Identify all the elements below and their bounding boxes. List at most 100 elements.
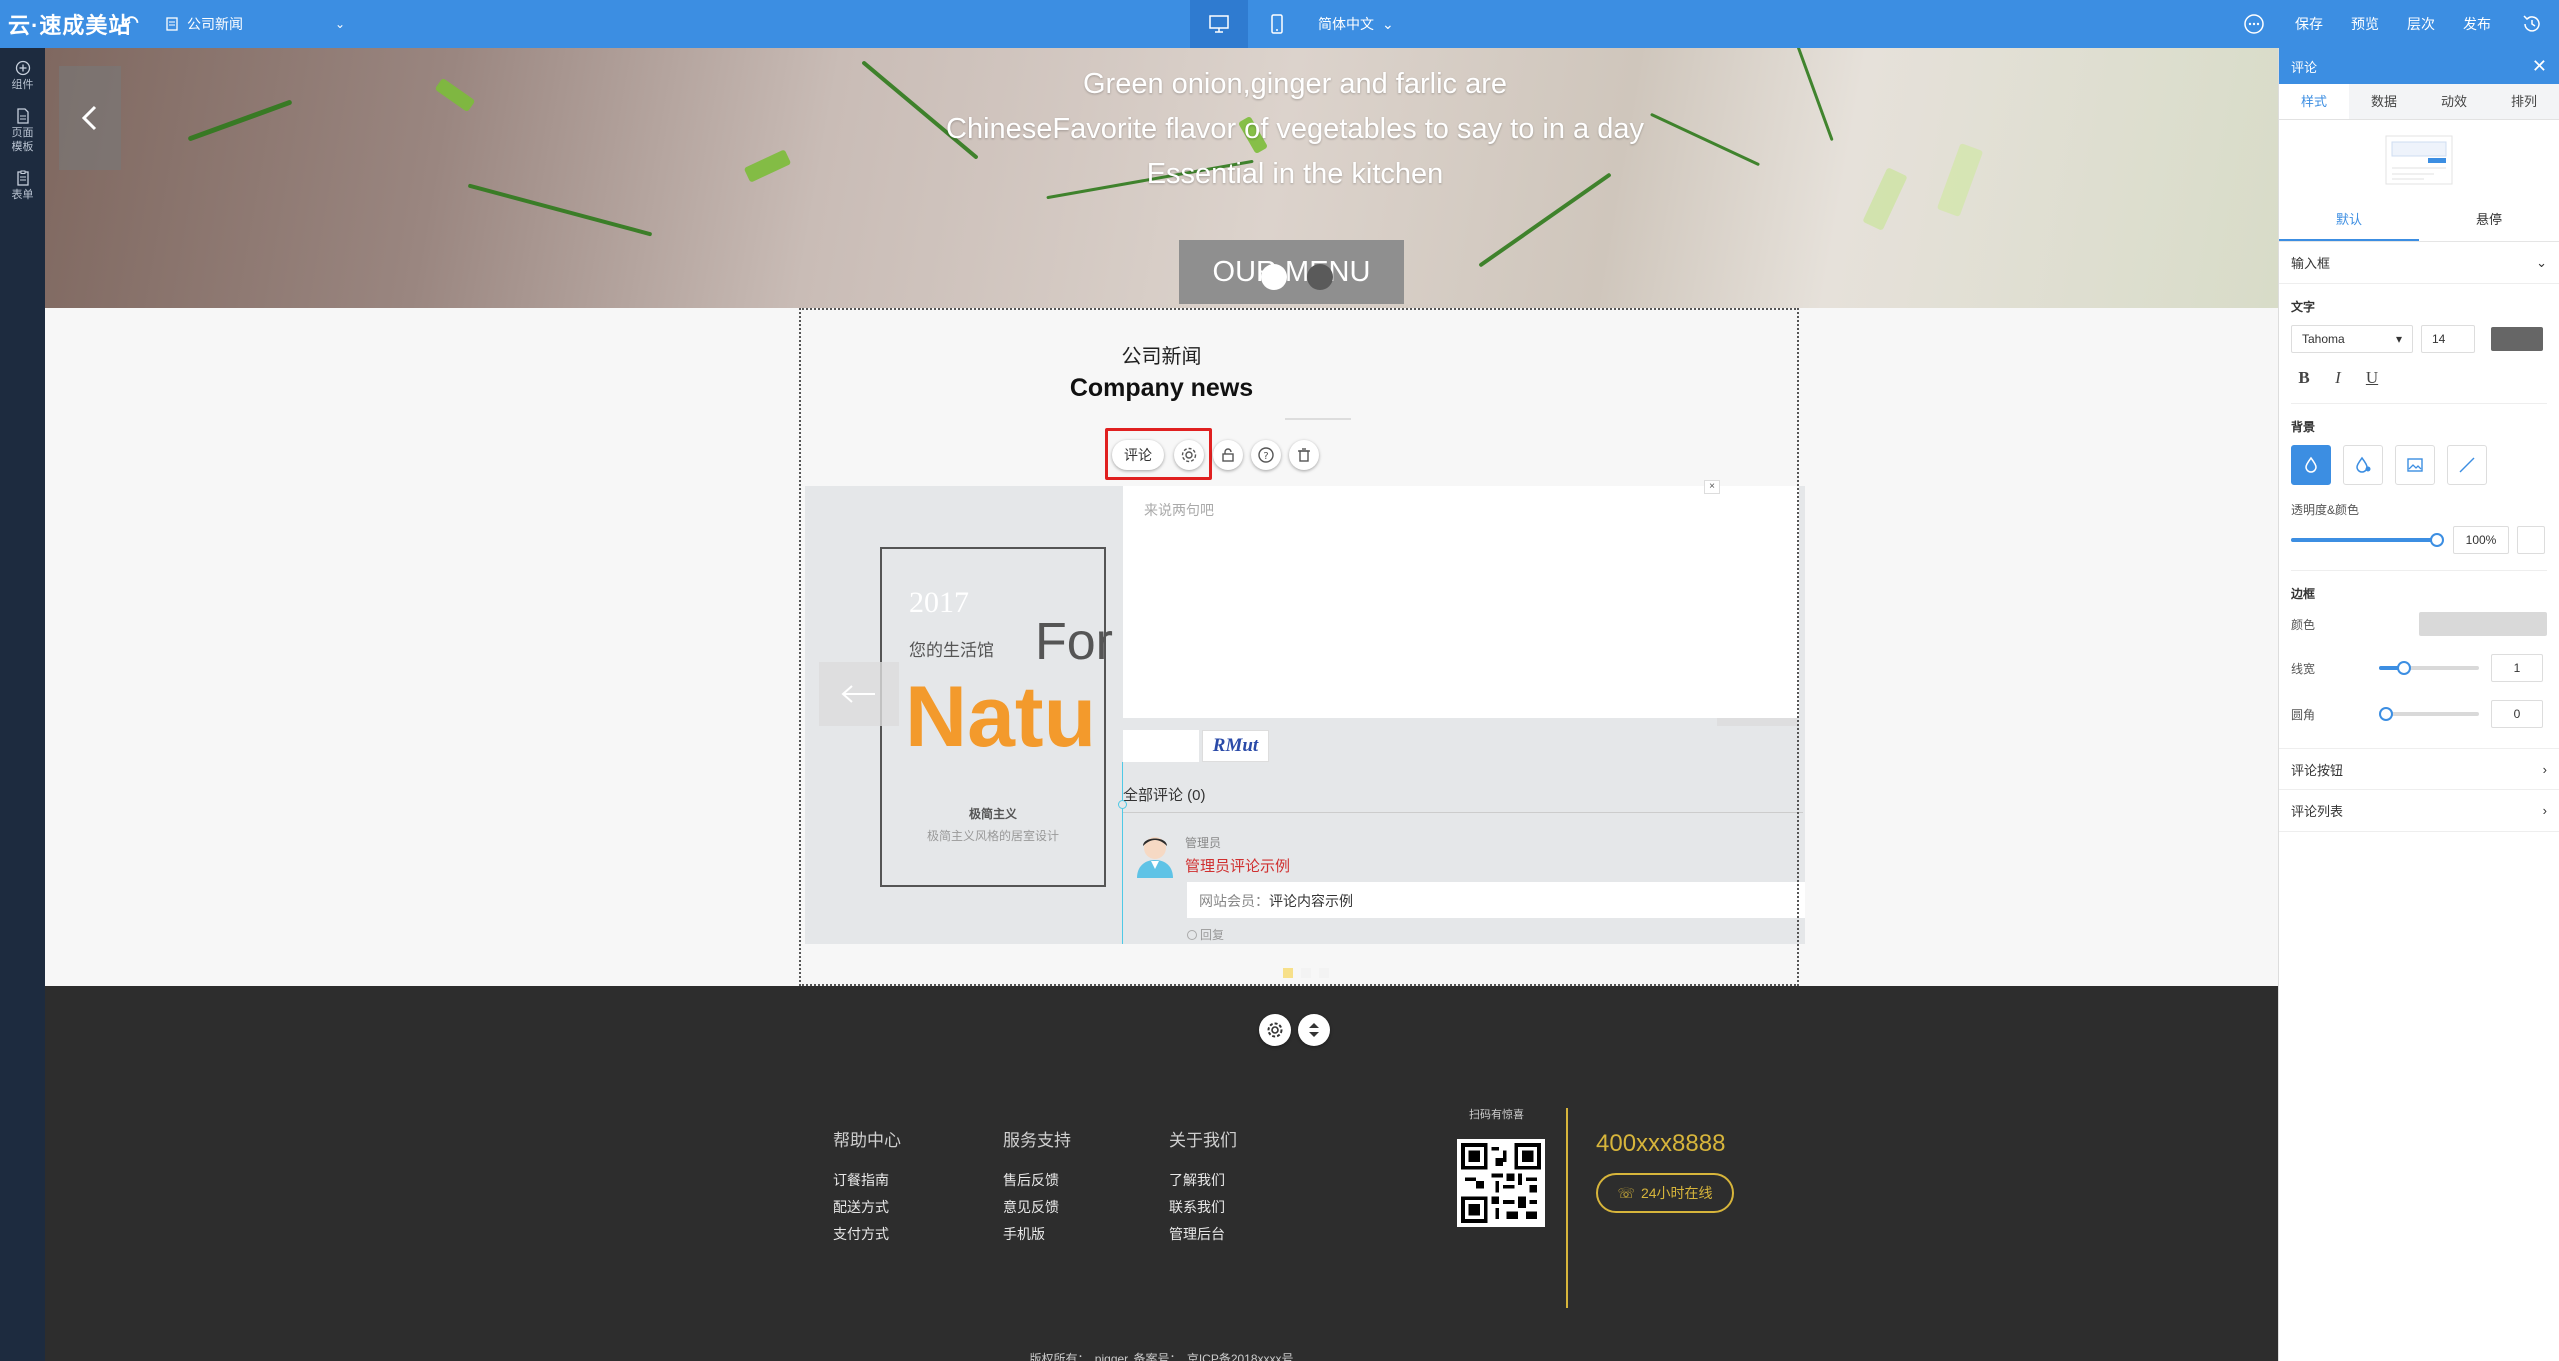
font-family-select[interactable]: Tahoma ▾ <box>2291 325 2413 353</box>
opacity-slider-knob[interactable] <box>2430 533 2444 547</box>
banner-prev-button[interactable] <box>59 66 121 170</box>
more-icon <box>2244 14 2264 34</box>
underline-button[interactable]: U <box>2359 365 2385 391</box>
footer-heading: 关于我们 <box>1169 1131 1237 1150</box>
module-help-button[interactable]: ? <box>1251 440 1281 470</box>
sidebar-item-page-templates[interactable]: 页面模板 <box>0 92 45 154</box>
radius-input[interactable]: 0 <box>2491 700 2543 728</box>
panel-header: 评论 ✕ <box>2279 48 2559 84</box>
top-bar: 云·速成美站 ↶ 公司新闻 ⌄ 简体中文 ⌄ 保存 预览 层次 发布 <box>0 0 2559 48</box>
opacity-row: 100% <box>2279 522 2559 558</box>
footer-link[interactable]: 售后反馈 <box>1003 1167 1071 1194</box>
undo-icon[interactable]: ↶ <box>115 11 145 37</box>
bold-button[interactable]: B <box>2291 365 2317 391</box>
comment-module-tag[interactable]: 评论 <box>1112 440 1164 470</box>
section-comment-button[interactable]: 评论按钮 › <box>2279 748 2559 790</box>
qr-label: 扫码有惊喜 <box>1469 1109 1524 1121</box>
footer-link[interactable]: 联系我们 <box>1169 1194 1237 1221</box>
border-width-slider[interactable] <box>2379 661 2479 675</box>
footer-link[interactable]: 订餐指南 <box>833 1167 901 1194</box>
banner-dot[interactable] <box>1307 264 1333 290</box>
phone-icon: ☏ <box>1617 1184 1635 1201</box>
bg-gradient-button[interactable] <box>2343 445 2383 485</box>
footer-link[interactable]: 了解我们 <box>1169 1167 1237 1194</box>
herb-decoration <box>1649 112 1761 167</box>
site-footer <box>45 986 2278 1361</box>
opacity-slider-fill <box>2291 538 2437 542</box>
radius-row: 圆角 0 <box>2279 686 2559 732</box>
bg-none-button[interactable] <box>2447 445 2487 485</box>
italic-button[interactable]: I <box>2325 365 2351 391</box>
font-size-input[interactable]: 14 <box>2421 325 2475 353</box>
herb-decoration <box>743 149 792 183</box>
page-selector-label: 公司新闻 <box>187 16 243 32</box>
section-comment-list[interactable]: 评论列表 › <box>2279 790 2559 832</box>
banner-text-line: Green onion,ginger and farlic are <box>1083 68 1507 100</box>
module-delete-button[interactable] <box>1289 440 1319 470</box>
more-options-button[interactable] <box>2227 0 2281 48</box>
publish-button[interactable]: 发布 <box>2449 0 2505 48</box>
radius-slider[interactable] <box>2379 707 2479 721</box>
lock-icon <box>1222 448 1234 462</box>
tab-style[interactable]: 样式 <box>2279 84 2349 119</box>
page-selector[interactable]: 公司新闻 ⌄ <box>165 9 345 39</box>
text-color-swatch[interactable] <box>2491 327 2543 351</box>
online-service-label: 24小时在线 <box>1640 1185 1713 1201</box>
top-actions: 保存 预览 层次 发布 <box>2227 0 2559 48</box>
footer-link[interactable]: 支付方式 <box>833 1221 901 1248</box>
tab-hover-state[interactable]: 悬停 <box>2419 200 2559 241</box>
desktop-view-button[interactable] <box>1190 0 1248 48</box>
svg-text:?: ? <box>1263 451 1268 462</box>
banner-text-line: ChineseFavorite flavor of vegetables to … <box>946 113 1644 145</box>
our-menu-button[interactable]: OUR MENU <box>1179 240 1404 304</box>
chevron-down-icon: ⌄ <box>2536 254 2547 270</box>
herb-decoration <box>1936 143 1984 217</box>
footer-link[interactable]: 管理后台 <box>1169 1221 1237 1248</box>
banner-dot-active[interactable] <box>1261 264 1287 290</box>
bg-color-button[interactable] <box>2291 445 2331 485</box>
tab-animation[interactable]: 动效 <box>2419 84 2489 119</box>
tab-default-state[interactable]: 默认 <box>2279 200 2419 241</box>
history-button[interactable] <box>2505 0 2559 48</box>
section-input-box[interactable]: 输入框 ⌄ <box>2279 242 2559 284</box>
opacity-slider[interactable] <box>2291 533 2444 547</box>
border-color-swatch[interactable] <box>2419 612 2547 636</box>
border-width-input[interactable]: 1 <box>2491 654 2543 682</box>
radius-slider-knob[interactable] <box>2379 707 2393 721</box>
sidebar-item-label: 表单 <box>11 189 34 201</box>
editor-canvas: Green onion,ginger and farlic are Chines… <box>45 48 2278 1361</box>
qr-code-icon <box>1461 1143 1541 1223</box>
tab-data[interactable]: 数据 <box>2349 84 2419 119</box>
save-button[interactable]: 保存 <box>2281 0 2337 48</box>
close-icon[interactable]: ✕ <box>2532 56 2547 77</box>
gradient-icon <box>2356 456 2371 473</box>
online-service-button[interactable]: ☏ 24小时在线 <box>1596 1173 1734 1213</box>
page-icon <box>16 108 29 124</box>
desktop-icon <box>1209 15 1229 33</box>
language-label: 简体中文 <box>1318 16 1374 32</box>
comment-preview-icon <box>2385 135 2453 185</box>
sidebar-item-components[interactable]: 组件 <box>0 48 45 92</box>
font-family-value: Tahoma <box>2302 332 2345 346</box>
footer-link[interactable]: 配送方式 <box>833 1194 901 1221</box>
section-resize-button[interactable] <box>1298 1014 1330 1046</box>
footer-link[interactable]: 手机版 <box>1003 1221 1071 1248</box>
gear-icon <box>1267 1022 1283 1038</box>
mobile-view-button[interactable] <box>1248 0 1306 48</box>
border-width-slider-knob[interactable] <box>2397 661 2411 675</box>
opacity-input[interactable]: 100% <box>2453 526 2509 554</box>
preview-button[interactable]: 预览 <box>2337 0 2393 48</box>
module-settings-button[interactable] <box>1174 440 1204 470</box>
layers-button[interactable]: 层次 <box>2393 0 2449 48</box>
language-selector[interactable]: 简体中文 ⌄ <box>1318 14 1394 34</box>
section-settings-button[interactable] <box>1259 1014 1291 1046</box>
radius-label: 圆角 <box>2291 707 2316 722</box>
sidebar-item-forms[interactable]: 表单 <box>0 154 45 202</box>
module-lock-button[interactable] <box>1213 440 1243 470</box>
image-icon <box>2407 458 2423 472</box>
bg-color-swatch[interactable] <box>2517 526 2545 554</box>
footer-link[interactable]: 意见反馈 <box>1003 1194 1071 1221</box>
chevron-down-icon: ⌄ <box>1382 15 1394 32</box>
tab-arrange[interactable]: 排列 <box>2489 84 2559 119</box>
bg-image-button[interactable] <box>2395 445 2435 485</box>
